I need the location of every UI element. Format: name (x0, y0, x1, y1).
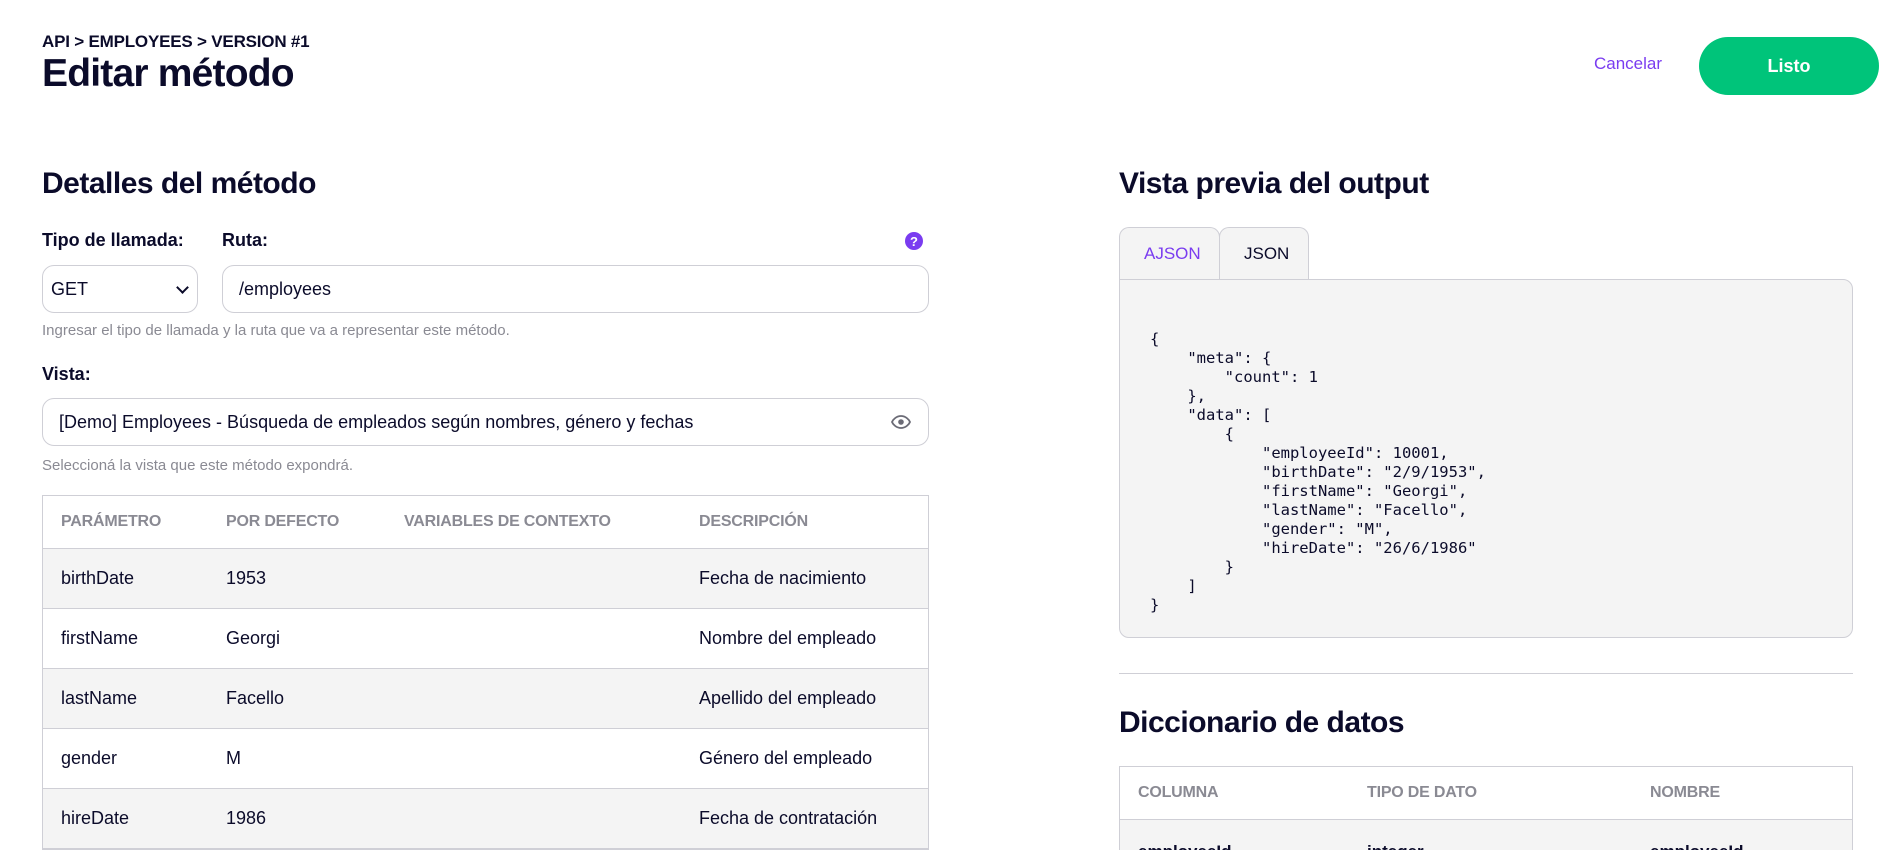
done-button[interactable]: Listo (1699, 37, 1879, 95)
route-value: /employees (239, 278, 332, 299)
header-name: NOMBRE (1650, 784, 1720, 801)
call-type-label: Tipo de llamada: (42, 230, 184, 250)
call-type-select[interactable]: GET (42, 265, 198, 313)
param-description: Género del empleado (699, 748, 873, 768)
table-header: COLUMNA TIPO DE DATO NOMBRE (1120, 767, 1852, 820)
param-name: birthDate (61, 568, 135, 588)
route-hint: Ingresar el tipo de llamada y la ruta qu… (42, 322, 510, 339)
header-context: VARIABLES DE CONTEXTO (404, 513, 611, 530)
output-preview-title: Vista previa del output (1119, 167, 1429, 200)
table-row[interactable]: gender M Género del empleado (43, 729, 928, 789)
view-hint: Seleccioná la vista que este método expo… (42, 457, 354, 474)
header-column: COLUMNA (1138, 784, 1219, 801)
view-label: Vista: (42, 364, 91, 384)
dict-name[interactable]: employeeId (1650, 842, 1744, 850)
json-output-text: { "meta": { "count": 1 }, "data": [ { "e… (1150, 330, 1486, 614)
param-description: Apellido del empleado (699, 688, 877, 708)
table-row[interactable]: lastName Facello Apellido del empleado (43, 669, 928, 729)
param-description: Nombre del empleado (699, 628, 877, 648)
page-title: Editar método (42, 52, 295, 95)
header-param: PARÁMETRO (61, 513, 162, 530)
table-header: PARÁMETRO POR DEFECTO VARIABLES DE CONTE… (43, 496, 928, 549)
header-description: DESCRIPCIÓN (699, 513, 808, 530)
tab-json[interactable]: JSON (1219, 227, 1309, 280)
dict-type: integer (1367, 842, 1424, 850)
table-row[interactable]: hireDate 1986 Fecha de contratación (43, 789, 928, 849)
header-default: POR DEFECTO (226, 513, 340, 530)
param-default[interactable]: 1953 (226, 568, 266, 589)
json-preview-panel: { "meta": { "count": 1 }, "data": [ { "e… (1119, 279, 1853, 638)
param-description: Fecha de nacimiento (699, 568, 867, 588)
param-default[interactable]: Georgi (226, 628, 280, 649)
table-body: birthDate 1953 Fecha de nacimiento first… (43, 549, 928, 849)
dict-column: employeeId (1138, 842, 1232, 850)
table-row[interactable]: firstName Georgi Nombre del empleado (43, 609, 928, 669)
param-default[interactable]: M (226, 748, 241, 769)
header-data-type: TIPO DE DATO (1367, 784, 1477, 801)
param-description: Fecha de contratación (699, 808, 878, 828)
chevron-down-icon (176, 280, 189, 294)
param-name: lastName (61, 688, 138, 708)
question-icon[interactable]: ? (905, 232, 923, 250)
data-dictionary-table: COLUMNA TIPO DE DATO NOMBRE employeeId i… (1119, 766, 1853, 850)
call-type-value: GET (51, 278, 89, 299)
table-row[interactable]: birthDate 1953 Fecha de nacimiento (43, 549, 928, 609)
eye-icon[interactable] (890, 411, 912, 433)
method-details-title: Detalles del método (42, 167, 316, 200)
param-name: hireDate (61, 808, 130, 828)
param-name: firstName (61, 628, 139, 648)
tab-ajson[interactable]: AJSON (1119, 227, 1220, 280)
view-select[interactable]: [Demo] Employees - Búsqueda de empleados… (42, 398, 929, 446)
param-name: gender (61, 748, 118, 768)
param-default[interactable]: Facello (226, 688, 284, 709)
data-dictionary-title: Diccionario de datos (1119, 706, 1405, 739)
view-value: [Demo] Employees - Búsqueda de empleados… (59, 411, 694, 432)
output-tabs: AJSON JSON (1119, 227, 1309, 280)
breadcrumb: API > EMPLOYEES > VERSION #1 (42, 32, 310, 51)
params-table: PARÁMETRO POR DEFECTO VARIABLES DE CONTE… (42, 495, 929, 850)
param-default[interactable]: 1986 (226, 808, 266, 829)
cancel-button[interactable]: Cancelar (1594, 54, 1662, 74)
section-divider (1119, 673, 1853, 674)
table-row[interactable]: employeeId integer employeeId (1120, 820, 1852, 850)
route-label: Ruta: (222, 230, 268, 250)
route-input[interactable]: /employees (222, 265, 929, 313)
